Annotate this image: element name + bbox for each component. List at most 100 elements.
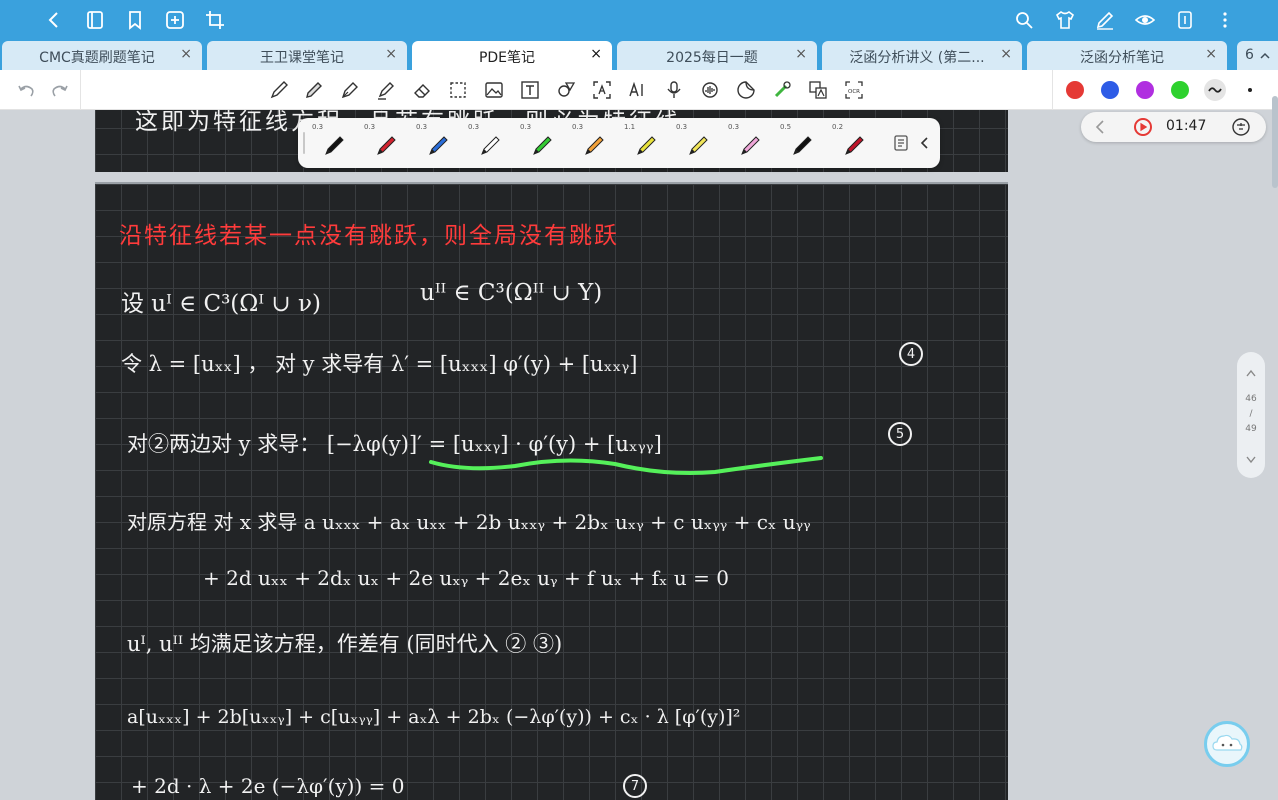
- theme-shirt-icon[interactable]: [1051, 6, 1079, 34]
- handwriting-line-red: 沿特征线若某一点没有跳跃，则全局没有跳跃: [119, 223, 619, 249]
- vertical-scrollbar[interactable]: [1272, 96, 1278, 188]
- close-icon[interactable]: ×: [385, 46, 397, 62]
- ai-icon[interactable]: [626, 78, 650, 102]
- pen-icon: [429, 136, 448, 155]
- pen-icon: [845, 136, 864, 155]
- pen-preset[interactable]: 0.3: [308, 120, 358, 166]
- pen-list-icon[interactable]: [892, 134, 910, 152]
- chevron-left-icon[interactable]: [1093, 119, 1107, 135]
- close-icon[interactable]: ×: [180, 46, 192, 62]
- undo-icon[interactable]: [14, 78, 38, 102]
- close-icon[interactable]: ×: [795, 46, 807, 62]
- assistant-button[interactable]: [1204, 721, 1250, 767]
- more-vertical-icon[interactable]: [1211, 6, 1239, 34]
- page-separator: /: [1249, 409, 1253, 419]
- redo-icon[interactable]: [48, 78, 72, 102]
- bookmark-icon[interactable]: [121, 6, 149, 34]
- record-play-button[interactable]: [1134, 118, 1152, 136]
- page-navigator: 46 / 49: [1237, 352, 1265, 478]
- handwriting-line: a[uₓₓₓ] + 2b[uₓₓᵧ] + c[uₓᵧᵧ] + aₓλ + 2bₓ…: [127, 706, 741, 728]
- pen-icon: [741, 136, 760, 155]
- pen-tool-icon[interactable]: [267, 78, 291, 102]
- text-recognition-icon[interactable]: [590, 78, 614, 102]
- pencil-tool-icon[interactable]: [302, 78, 326, 102]
- chevron-down-icon[interactable]: [1245, 454, 1257, 464]
- image-insert-icon[interactable]: [482, 78, 506, 102]
- eraser-icon[interactable]: [410, 78, 434, 102]
- drag-handle[interactable]: [303, 132, 305, 154]
- color-purple-swatch[interactable]: [1136, 81, 1154, 99]
- back-icon[interactable]: [40, 6, 68, 34]
- stroke-width-dot[interactable]: [1248, 88, 1252, 92]
- lasso-select-icon[interactable]: [446, 78, 470, 102]
- color-green-swatch[interactable]: [1171, 81, 1189, 99]
- pen-icon: [689, 136, 708, 155]
- tab-wangwei[interactable]: 王卫课堂笔记 ×: [207, 41, 407, 70]
- search-icon[interactable]: [1010, 6, 1038, 34]
- svg-text:OCR: OCR: [848, 89, 860, 95]
- transcribe-icon[interactable]: [1231, 117, 1251, 137]
- handwriting-line: + 2d · λ + 2e (−λφ′(y)) = 0: [131, 774, 405, 798]
- text-box-icon[interactable]: [518, 78, 542, 102]
- highlighter-icon[interactable]: [374, 78, 398, 102]
- ocr-icon[interactable]: OCR: [842, 78, 866, 102]
- sticker-icon[interactable]: [734, 78, 758, 102]
- close-icon[interactable]: ×: [1205, 46, 1217, 62]
- tab-label: 王卫课堂笔记: [260, 50, 344, 66]
- recording-time: 01:47: [1166, 118, 1207, 134]
- view-eye-icon[interactable]: [1131, 6, 1159, 34]
- pen-icon: [637, 136, 656, 155]
- tab-fa-lecture[interactable]: 泛函分析讲义 (第二... ×: [822, 41, 1022, 70]
- tab-cmc[interactable]: CMC真题刷题笔记 ×: [2, 41, 202, 70]
- translate-icon[interactable]: [806, 78, 830, 102]
- note-page-current[interactable]: 沿特征线若某一点没有跳跃，则全局没有跳跃 设 uᴵ ∈ C³(Ωᴵ ∪ ν) u…: [95, 182, 1008, 800]
- audio-wave-icon[interactable]: [698, 78, 722, 102]
- pen-edit-icon[interactable]: [1091, 6, 1119, 34]
- pen-preset[interactable]: 0.3: [568, 120, 618, 166]
- tab-pde[interactable]: PDE笔记 ×: [412, 41, 612, 70]
- pen-icon: [481, 136, 500, 155]
- equation-number-mark: 5: [888, 422, 912, 446]
- tab-fa-notes[interactable]: 泛函分析笔记 ×: [1027, 41, 1227, 70]
- pen-preset[interactable]: 0.3: [412, 120, 462, 166]
- tab-overflow-button[interactable]: 6: [1237, 41, 1278, 70]
- notebook-icon[interactable]: [81, 6, 109, 34]
- green-highlight-stroke: [429, 456, 823, 475]
- pen-preset[interactable]: 0.2: [828, 120, 878, 166]
- close-icon[interactable]: ×: [590, 46, 602, 62]
- handwriting-line: 对原方程 对 x 求导 a uₓₓₓ + aₓ uₓₓ + 2b uₓₓᵧ + …: [127, 510, 811, 534]
- pen-preset[interactable]: 0.5: [776, 120, 826, 166]
- tab-label: 2025每日一题: [666, 50, 758, 66]
- split-view-icon[interactable]: [1171, 6, 1199, 34]
- crop-icon[interactable]: [201, 6, 229, 34]
- collapse-chevron-icon[interactable]: [916, 134, 934, 152]
- color-red-swatch[interactable]: [1066, 81, 1084, 99]
- add-page-icon[interactable]: [161, 6, 189, 34]
- note-canvas[interactable]: 这即为特征线方程，且若有跳跃，则必为特征线。 沿特征线若某一点没有跳跃，则全局没…: [0, 109, 1278, 800]
- laser-pointer-icon[interactable]: [770, 78, 794, 102]
- chevron-up-icon[interactable]: [1245, 368, 1257, 378]
- pen-preset[interactable]: 0.3: [516, 120, 566, 166]
- tab-daily[interactable]: 2025每日一题 ×: [617, 41, 817, 70]
- tab-label: 泛函分析讲义 (第二...: [849, 50, 985, 66]
- microphone-icon[interactable]: [662, 78, 686, 102]
- color-blue-swatch[interactable]: [1101, 81, 1119, 99]
- top-bar: [0, 0, 1278, 40]
- pen-preset[interactable]: 0.3: [672, 120, 722, 166]
- tab-label: CMC真题刷题笔记: [39, 50, 155, 66]
- pen-icon: [325, 136, 344, 155]
- pen-preset[interactable]: 1.1: [620, 120, 670, 166]
- cloud-mascot-icon: [1212, 734, 1243, 751]
- stroke-style-button[interactable]: [1204, 79, 1226, 101]
- shape-icon[interactable]: [554, 78, 578, 102]
- pen-icon: [793, 136, 812, 155]
- tab-overflow-count: 6: [1245, 47, 1254, 63]
- total-page-count: 49: [1245, 424, 1257, 434]
- pen-preset[interactable]: 0.3: [724, 120, 774, 166]
- close-icon[interactable]: ×: [1000, 46, 1012, 62]
- pen-preset[interactable]: 0.3: [464, 120, 514, 166]
- handwriting-line: + 2d uₓₓ + 2dₓ uₓ + 2e uₓᵧ + 2eₓ uᵧ + f …: [203, 566, 729, 590]
- fountain-pen-icon[interactable]: [338, 78, 362, 102]
- current-page-number: 46: [1245, 394, 1257, 404]
- pen-preset[interactable]: 0.3: [360, 120, 410, 166]
